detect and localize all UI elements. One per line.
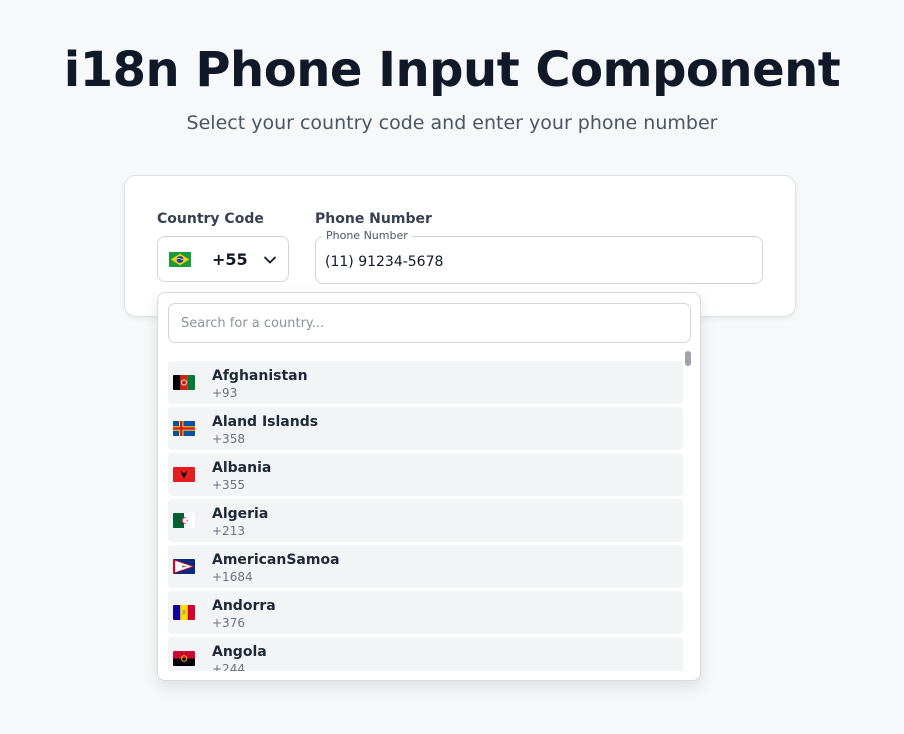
country-dial-code: +1684 [212, 570, 253, 584]
country-option-american-samoa[interactable]: AmericanSamoa +1684 [168, 545, 683, 588]
country-option-albania[interactable]: Albania +355 [168, 453, 683, 496]
page-subtitle: Select your country code and enter your … [186, 112, 718, 134]
country-option-aland-islands[interactable]: Aland Islands +358 [168, 407, 683, 450]
country-dial-code: +93 [212, 386, 238, 400]
page-title: i18n Phone Input Component [63, 42, 841, 98]
country-name: Afghanistan [212, 368, 308, 384]
country-option-andorra[interactable]: Andorra +376 [168, 591, 683, 634]
country-code-label: Country Code [157, 211, 264, 227]
chevron-down-icon [264, 256, 276, 264]
country-option-afghanistan[interactable]: Afghanistan +93 [168, 361, 683, 404]
country-dial-code: +213 [212, 524, 245, 538]
country-dial-code: +244 [212, 662, 245, 671]
country-option-angola[interactable]: Angola +244 [168, 637, 683, 671]
phone-number-input[interactable] [325, 253, 745, 271]
country-name: Aland Islands [212, 414, 319, 430]
country-code-select[interactable]: +55 [157, 236, 289, 282]
american-samoa-flag-icon [173, 559, 195, 574]
algeria-flag-icon [173, 513, 195, 528]
selected-country-code: +55 [212, 250, 248, 269]
country-name: Angola [212, 644, 267, 660]
country-dial-code: +358 [212, 432, 245, 446]
phone-number-floating-label: Phone Number [322, 229, 412, 243]
country-name: AmericanSamoa [212, 552, 340, 568]
aland-islands-flag-icon [173, 421, 195, 436]
phone-number-field[interactable]: Phone Number [315, 229, 763, 284]
phone-number-label: Phone Number [315, 211, 432, 227]
country-option-algeria[interactable]: Algeria +213 [168, 499, 683, 542]
albania-flag-icon [173, 467, 195, 482]
country-dial-code: +376 [212, 616, 245, 630]
brazil-flag-icon [169, 252, 191, 267]
country-name: Andorra [212, 598, 276, 614]
country-dropdown: Afghanistan +93 Aland Islands +358 [157, 292, 701, 681]
country-search-input[interactable] [168, 303, 691, 343]
country-list-scrollbar[interactable] [684, 351, 692, 671]
country-name: Algeria [212, 506, 269, 522]
page: i18n Phone Input Component Select your c… [0, 0, 904, 734]
scrollbar-thumb[interactable] [685, 351, 691, 366]
country-name: Albania [212, 460, 272, 476]
country-list: Afghanistan +93 Aland Islands +358 Alban… [168, 361, 683, 671]
andorra-flag-icon [173, 605, 195, 620]
angola-flag-icon [173, 651, 195, 666]
country-dial-code: +355 [212, 478, 245, 492]
afghanistan-flag-icon [173, 375, 195, 390]
